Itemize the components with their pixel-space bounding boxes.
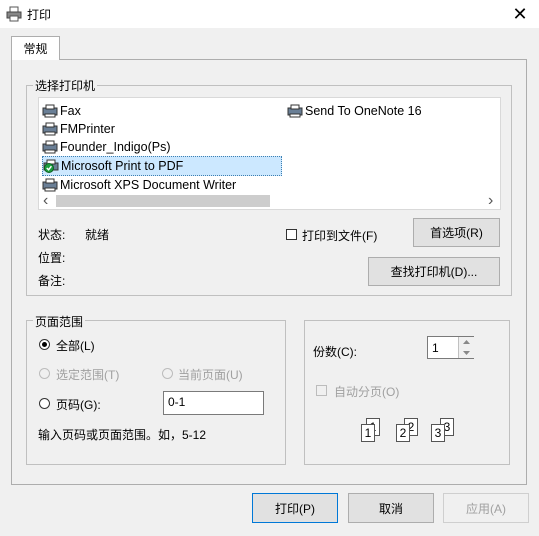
cancel-button[interactable]: 取消: [348, 493, 434, 523]
page-range-legend: 页面范围: [33, 313, 86, 330]
printer-name: Microsoft Print to PDF: [61, 159, 184, 173]
print-button-label: 打印(P): [275, 501, 315, 516]
collate-page: 2: [396, 424, 410, 442]
fax-icon: [42, 104, 58, 118]
current-page-label[interactable]: 当前页面(U): [178, 366, 243, 383]
close-button[interactable]: ✕: [505, 2, 535, 26]
window-title: 打印: [27, 8, 52, 22]
printer-icon: [42, 122, 58, 136]
collate-page: 3: [431, 424, 445, 442]
print-button[interactable]: 打印(P): [252, 493, 338, 523]
printer-name: Founder_Indigo(Ps): [60, 140, 171, 154]
collate-label[interactable]: 自动分页(O): [334, 383, 399, 400]
preferences-button-label: 首选项(R): [430, 226, 483, 240]
collate-page: 1: [361, 424, 375, 442]
copies-label: 份数(C):: [313, 345, 357, 359]
printer-name: FMPrinter: [60, 122, 115, 136]
select-printer-legend: 选择打印机: [33, 77, 98, 94]
printer-item-fax[interactable]: Fax: [42, 102, 282, 120]
printer-name: Microsoft XPS Document Writer: [60, 178, 237, 192]
printer-item-send-to-onenote[interactable]: Send To OneNote 16: [287, 102, 497, 120]
chevron-up-icon: [463, 340, 470, 344]
scrollbar-thumb[interactable]: [56, 195, 270, 207]
printer-item-microsoft-xps[interactable]: Microsoft XPS Document Writer: [42, 176, 282, 194]
print-to-file-label[interactable]: 打印到文件(F): [302, 227, 377, 244]
printer-icon: [287, 104, 303, 118]
tab-general[interactable]: 常规: [11, 36, 60, 60]
find-printer-button[interactable]: 查找打印机(D)...: [368, 257, 500, 286]
status-value: 就绪: [85, 228, 110, 242]
all-pages-label[interactable]: 全部(L): [56, 337, 95, 354]
location-label: 位置:: [38, 251, 66, 265]
printer-item-fmprinter[interactable]: FMPrinter: [42, 120, 282, 138]
printer-icon: [42, 178, 58, 192]
preferences-button[interactable]: 首选项(R): [413, 218, 500, 247]
apply-button-label: 应用(A): [466, 501, 506, 516]
selection-radio[interactable]: [39, 368, 50, 379]
close-icon: ✕: [512, 3, 528, 24]
scroll-right-icon[interactable]: ›: [488, 192, 493, 210]
pages-input-value: 0-1: [168, 395, 186, 409]
printer-name: Send To OneNote 16: [305, 104, 422, 118]
title-bar: 打印 ✕: [0, 0, 539, 28]
pages-input[interactable]: 0-1: [163, 391, 264, 415]
page-range-hint: 输入页码或页面范围。如，5-12: [38, 428, 207, 442]
horizontal-scrollbar[interactable]: ‹ ›: [39, 192, 500, 210]
printer-name: Fax: [60, 104, 81, 118]
spinner-down-button[interactable]: [458, 347, 474, 358]
status-label: 状态:: [38, 228, 66, 242]
default-printer-check-icon: [43, 159, 59, 173]
scroll-left-icon[interactable]: ‹: [43, 192, 48, 210]
tab-general-label: 常规: [23, 42, 48, 56]
cancel-button-label: 取消: [378, 501, 403, 516]
apply-button[interactable]: 应用(A): [443, 493, 529, 523]
chevron-down-icon: [463, 350, 470, 355]
pages-label[interactable]: 页码(G):: [56, 396, 101, 413]
printer-list[interactable]: Fax FMPrinter Founder_Indigo(Ps) Microso…: [38, 97, 501, 210]
print-to-file-checkbox[interactable]: [286, 229, 297, 240]
find-printer-button-label: 查找打印机(D)...: [390, 265, 478, 279]
printer-icon: [42, 140, 58, 154]
collate-checkbox[interactable]: [316, 385, 327, 396]
printer-item-founder-indigo[interactable]: Founder_Indigo(Ps): [42, 138, 282, 156]
comment-label: 备注:: [38, 274, 66, 288]
printer-item-microsoft-print-to-pdf[interactable]: Microsoft Print to PDF: [42, 156, 282, 176]
copies-spinner[interactable]: 1: [427, 336, 474, 359]
current-page-radio[interactable]: [162, 368, 173, 379]
all-pages-radio[interactable]: [39, 339, 50, 350]
pages-radio[interactable]: [39, 398, 50, 409]
printer-icon: [6, 6, 22, 22]
selection-label[interactable]: 选定范围(T): [56, 366, 119, 383]
collate-illustration: 1 1 2 2 3 3: [358, 416, 458, 448]
copies-value[interactable]: 1: [432, 341, 439, 355]
